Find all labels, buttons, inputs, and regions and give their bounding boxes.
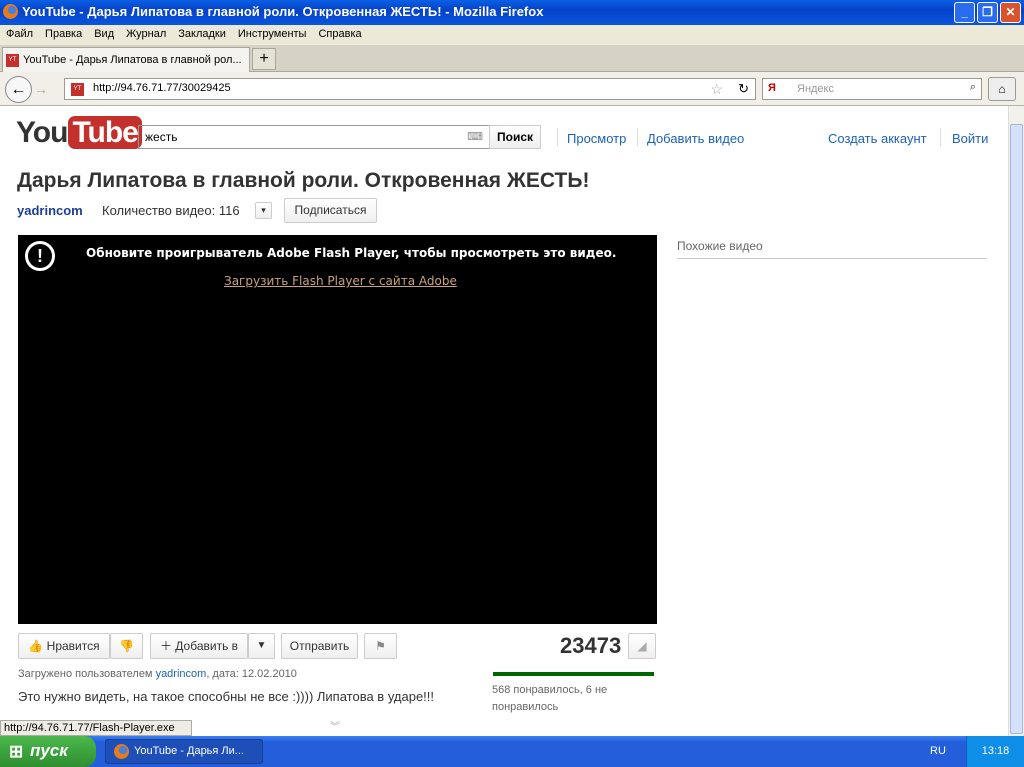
navigation-bar: ← → YT http://94.76.71.77/30029425 ☆ ↻ Я Янд… [0, 72, 1024, 106]
login-link[interactable]: Войти [952, 131, 988, 146]
uploader-link[interactable]: yadrincom [156, 668, 207, 680]
flag-button[interactable]: ⚑ [364, 633, 397, 659]
like-button[interactable]: 👍 Нравится [18, 633, 110, 659]
dislike-button[interactable]: 👎 [110, 633, 143, 659]
yandex-icon: Я [768, 82, 776, 94]
start-button[interactable]: ⊞ пуск [0, 736, 96, 767]
view-count: 23473 [560, 633, 622, 658]
vertical-scrollbar[interactable] [1008, 106, 1024, 736]
browse-link[interactable]: Просмотр [567, 131, 626, 146]
tab-label: YouTube - Дарья Липатова в главной рол..… [23, 54, 242, 66]
forward-button[interactable]: → [34, 81, 48, 97]
youtube-favicon-icon: YT [6, 54, 19, 67]
tab-bar: YT YouTube - Дарья Липатова в главной рол… [0, 45, 1024, 72]
upload-video-link[interactable]: Добавить видео [647, 131, 744, 146]
window-title: YouTube - Дарья Липатова в главной роли.… [22, 4, 544, 19]
scrollbar-thumb[interactable] [1010, 124, 1023, 734]
clock: 13:18 [966, 736, 1024, 767]
expand-chevron-icon[interactable]: ︾ [330, 718, 340, 733]
taskbar: ⊞ пуск YouTube - Дарья Ли... RU 13:18 [0, 736, 1024, 767]
menu-file[interactable]: Файл [6, 28, 33, 40]
new-tab-button[interactable]: + [252, 48, 276, 70]
menu-view[interactable]: Вид [94, 28, 114, 40]
magnifier-icon[interactable]: ⌕ [970, 81, 976, 94]
share-button[interactable]: Отправить [281, 633, 358, 659]
minimize-button[interactable]: _ [954, 2, 975, 23]
related-videos-heading: Похожие видео [677, 239, 987, 259]
language-indicator[interactable]: RU [930, 745, 946, 757]
video-player[interactable]: ! Обновите проигрыватель Adobe Flash Pla… [18, 235, 657, 624]
download-flash-link[interactable]: Загрузить Flash Player с сайта Adobe [224, 274, 457, 288]
add-to-dropdown-icon[interactable]: ▼ [248, 633, 275, 659]
likes-text: 568 понравилось, 6 не понравилось [492, 684, 608, 713]
youtube-favicon-icon: YT [71, 83, 84, 96]
bookmark-star-icon[interactable]: ☆ [710, 81, 723, 98]
like-ratio-bar [493, 672, 655, 676]
firefox-icon [3, 4, 18, 19]
video-count: Количество видео: 116 [102, 203, 240, 218]
url-text: http://94.76.71.77/30029425 [93, 82, 231, 94]
search-engine-input[interactable]: Я Яндекс ⌕ [762, 78, 982, 100]
windows-logo-icon: ⊞ [9, 742, 24, 761]
youtube-search-input[interactable]: жесть ⌨ [138, 125, 490, 149]
menu-bar: Файл Правка Вид Журнал Закладки Инструменты Сп… [0, 25, 1024, 45]
window-titlebar: YouTube - Дарья Липатова в главной роли.… [0, 0, 1024, 25]
video-title: Дарья Липатова в главной роли. Откровенн… [17, 169, 590, 192]
status-bar: http://94.76.71.77/Flash-Player.exe [0, 720, 192, 736]
search-button[interactable]: Поиск [489, 125, 541, 149]
video-description: Это нужно видеть, на такое способны не в… [18, 689, 435, 704]
keyboard-icon[interactable]: ⌨ [467, 130, 483, 143]
warning-icon: ! [25, 241, 55, 271]
subscribe-button[interactable]: Подписаться [284, 198, 377, 223]
taskbar-firefox-item[interactable]: YouTube - Дарья Ли... [105, 739, 263, 764]
maximize-button[interactable]: ❐ [977, 2, 998, 23]
reload-icon[interactable]: ↻ [738, 81, 749, 97]
url-bar[interactable]: YT http://94.76.71.77/30029425 ☆ ↻ [64, 78, 756, 100]
menu-help[interactable]: Справка [318, 28, 361, 40]
menu-history[interactable]: Журнал [126, 28, 166, 40]
expand-channel-icon[interactable]: ▾ [255, 202, 272, 219]
upload-info: Загружено пользователем yadrincom, дата:… [18, 668, 297, 680]
firefox-icon [114, 744, 129, 759]
back-button[interactable]: ← [5, 76, 32, 103]
stats-button[interactable]: ◢ [628, 633, 656, 659]
menu-tools[interactable]: Инструменты [238, 28, 307, 40]
create-account-link[interactable]: Создать аккаунт [828, 131, 927, 146]
home-button[interactable]: ⌂ [988, 77, 1016, 101]
tab-youtube[interactable]: YT YouTube - Дарья Липатова в главной рол… [2, 47, 250, 72]
menu-bookmarks[interactable]: Закладки [178, 28, 226, 40]
youtube-page: You Tube жесть ⌨ Поиск Просмотр Добавить в… [0, 106, 1008, 736]
add-to-button[interactable]: ＋ Добавить в [150, 633, 248, 659]
flash-message: Обновите проигрыватель Adobe Flash Playe… [86, 246, 617, 260]
youtube-logo[interactable]: You Tube [16, 116, 142, 150]
search-placeholder: Яндекс [797, 83, 834, 95]
close-button[interactable]: ✕ [1000, 2, 1021, 23]
menu-edit[interactable]: Правка [45, 28, 82, 40]
channel-link[interactable]: yadrincom [17, 203, 83, 218]
